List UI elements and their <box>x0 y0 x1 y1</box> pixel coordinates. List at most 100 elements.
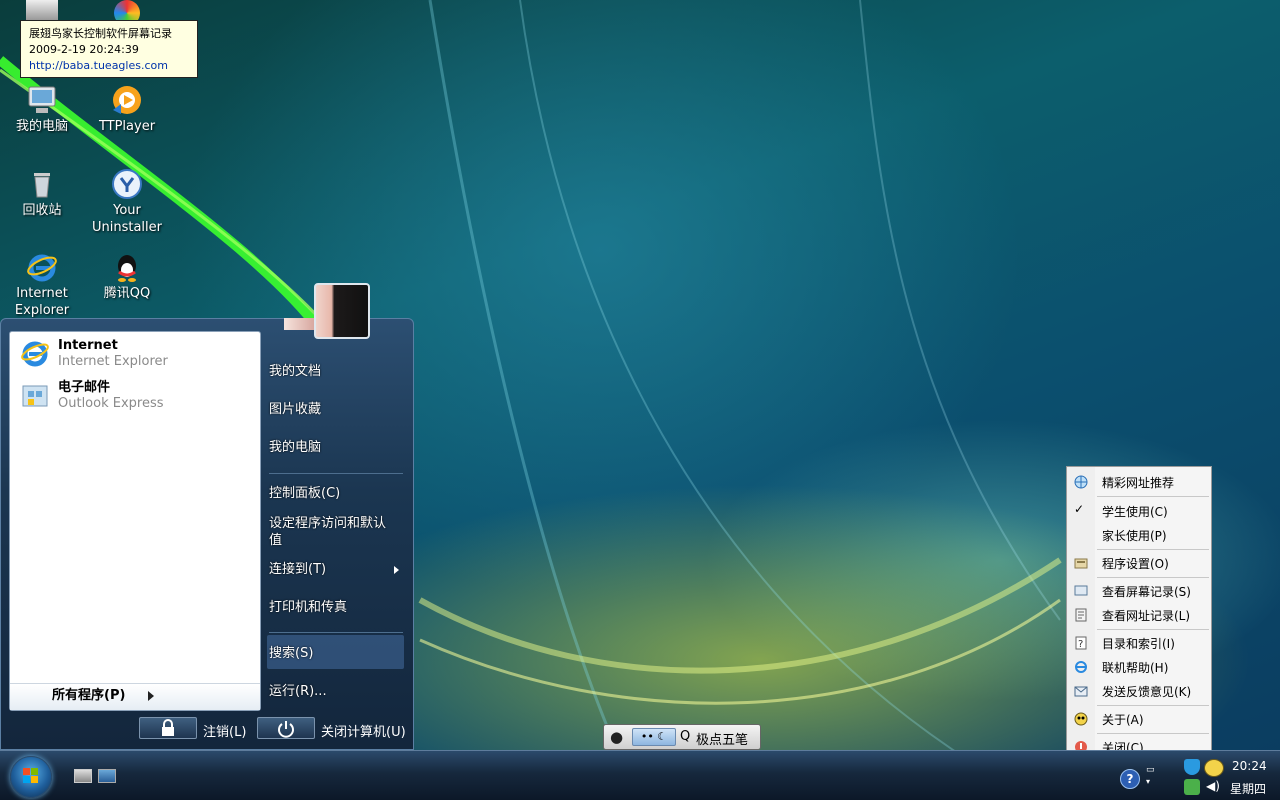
tooltip-datetime: 2009-2-19 20:24:39 <box>29 43 139 56</box>
start-item-search[interactable]: 搜索(S) <box>269 645 409 662</box>
start-item-my-computer[interactable]: 我的电脑 <box>269 439 409 456</box>
ttplayer-icon <box>111 84 143 116</box>
start-item-run[interactable]: 运行(R)... <box>269 683 409 700</box>
ime-name[interactable]: 极点五笔 <box>696 729 748 748</box>
feedback-icon <box>1074 684 1088 698</box>
pinned-item-subtitle: Internet Explorer <box>58 354 168 369</box>
restore-tray-icon[interactable]: ▭ <box>1146 765 1155 775</box>
pinned-item-internet[interactable]: Internet Internet Explorer <box>10 332 260 374</box>
taskbar: ? ▭ ▾ ◀) 20:24 星期四 <box>0 750 1280 800</box>
start-menu: Internet Internet Explorer 电子邮件 Outlook … <box>0 318 414 750</box>
show-desktop-icon[interactable] <box>74 769 92 783</box>
tooltip-link[interactable]: http://baba.tueagles.com <box>29 58 189 74</box>
desktop-icon-internet-explorer[interactable]: Internet Explorer <box>0 251 84 319</box>
menu-item-label: 精彩网址推荐 <box>1102 476 1175 490</box>
pinned-item-email[interactable]: 电子邮件 Outlook Express <box>10 374 260 416</box>
desktop-icon-qq[interactable]: 腾讯QQ <box>85 251 169 302</box>
screen-record-tooltip: 展翅鸟家长控制软件屏幕记录 2009-2-19 20:24:39 http://… <box>20 20 198 78</box>
start-menu-left-pane: Internet Internet Explorer 电子邮件 Outlook … <box>9 331 261 711</box>
menu-item-contents-index[interactable]: ? 目录和索引(I) <box>1067 632 1211 654</box>
desktop-icon-ttplayer[interactable]: TTPlayer <box>85 84 169 135</box>
menu-item-label: 发送反馈意见(K) <box>1102 685 1192 699</box>
start-menu-power-bar: 注销(L) 关闭计算机(U) <box>1 709 413 749</box>
help-icon[interactable]: ? <box>1120 769 1140 789</box>
shutdown-label[interactable]: 关闭计算机(U) <box>321 721 406 740</box>
chevron-right-icon <box>148 691 154 701</box>
settings-icon <box>1074 556 1088 570</box>
menu-item-about[interactable]: 关于(A) <box>1067 708 1211 730</box>
outlook-express-icon <box>20 380 50 410</box>
menu-item-program-settings[interactable]: 程序设置(O) <box>1067 552 1211 574</box>
menu-item-parent-mode[interactable]: 家长使用(P) <box>1067 524 1211 546</box>
internet-explorer-icon <box>26 251 58 283</box>
about-icon <box>1074 712 1088 726</box>
menu-item-view-screen-records[interactable]: 查看屏幕记录(S) <box>1067 580 1211 602</box>
windows-logo-icon <box>23 768 39 784</box>
online-help-icon <box>1074 660 1088 674</box>
user-picture-frame <box>284 318 314 330</box>
search-icon[interactable]: Q <box>680 729 690 744</box>
desktop-icon-uninstaller[interactable]: Your Uninstaller <box>85 168 169 236</box>
recycle-bin-icon <box>26 168 58 200</box>
menu-item-label: 联机帮助(H) <box>1102 661 1169 675</box>
volume-icon[interactable]: ◀) <box>1206 779 1220 793</box>
start-item-my-documents[interactable]: 我的文档 <box>269 363 409 380</box>
uninstaller-icon <box>111 168 143 200</box>
globe-icon <box>1074 475 1088 489</box>
desktop-icon-label: TTPlayer <box>98 119 156 134</box>
screen-record-icon <box>1074 584 1088 598</box>
start-item-control-panel[interactable]: 控制面板(C) <box>269 485 409 502</box>
start-item-program-access[interactable]: 设定程序访问和默认值 <box>269 515 395 549</box>
desktop-icon-label: 回收站 <box>22 203 62 218</box>
desktop-icon-label: Internet Explorer <box>14 286 70 318</box>
shield-icon[interactable] <box>1184 759 1200 775</box>
switch-windows-icon[interactable] <box>98 769 116 783</box>
document-icon <box>26 0 58 20</box>
menu-separator <box>1097 629 1209 630</box>
menu-separator <box>1097 705 1209 706</box>
security-tray-icon[interactable] <box>1184 779 1200 795</box>
desktop-icon-my-computer[interactable]: 我的电脑 <box>0 84 84 135</box>
internet-explorer-icon <box>20 338 50 368</box>
menu-item-view-url-records[interactable]: 查看网址记录(L) <box>1067 604 1211 626</box>
user-picture[interactable] <box>314 283 370 339</box>
pinned-item-title: 电子邮件 <box>58 380 111 395</box>
start-item-connect-to[interactable]: 连接到(T) <box>269 561 409 578</box>
help-index-icon: ? <box>1074 636 1088 650</box>
clock-time[interactable]: 20:24 <box>1232 759 1267 773</box>
logoff-label[interactable]: 注销(L) <box>203 721 246 740</box>
menu-item-label: 目录和索引(I) <box>1102 637 1175 651</box>
menu-separator <box>1097 577 1209 578</box>
menu-item-online-help[interactable]: 联机帮助(H) <box>1067 656 1211 678</box>
clock-day[interactable]: 星期四 <box>1230 780 1266 797</box>
punctuation-mode-icon[interactable]: •• ☾ <box>632 728 676 746</box>
lock-icon <box>162 719 174 736</box>
qq-icon <box>111 251 143 283</box>
start-item-printers[interactable]: 打印机和传真 <box>269 599 409 616</box>
menu-item-label: 家长使用(P) <box>1102 529 1167 543</box>
menu-item-recommended-sites[interactable]: 精彩网址推荐 <box>1067 471 1211 493</box>
start-item-my-pictures[interactable]: 图片收藏 <box>269 401 409 418</box>
menu-separator <box>1097 733 1209 734</box>
menu-item-student-mode[interactable]: ✓ 学生使用(C) <box>1067 500 1211 522</box>
parental-control-tray-icon[interactable] <box>1204 759 1224 777</box>
shutdown-button[interactable] <box>257 717 315 739</box>
menu-separator <box>269 473 403 474</box>
desktop-icon-label: Your Uninstaller <box>91 203 162 235</box>
desktop-icon-hidden-1[interactable] <box>0 0 84 22</box>
ime-status-bar: ● •• ☾ Q 极点五笔 <box>603 724 761 750</box>
chevron-down-icon[interactable]: ▾ <box>1146 777 1150 786</box>
logoff-button[interactable] <box>139 717 197 739</box>
all-programs-button[interactable]: 所有程序(P) <box>10 683 260 710</box>
power-icon <box>278 721 294 738</box>
menu-item-send-feedback[interactable]: 发送反馈意见(K) <box>1067 680 1211 702</box>
start-button[interactable] <box>10 756 52 798</box>
all-programs-label: 所有程序(P) <box>52 688 126 703</box>
url-record-icon <box>1074 608 1088 622</box>
desktop-icon-recycle-bin[interactable]: 回收站 <box>0 168 84 219</box>
my-computer-icon <box>26 84 58 116</box>
desktop-icon-label: 我的电脑 <box>15 119 68 134</box>
tray-context-menu: 精彩网址推荐 ✓ 学生使用(C) 家长使用(P) 程序设置(O) 查看屏幕记录(… <box>1066 466 1212 756</box>
apple-icon[interactable]: ● <box>610 728 623 746</box>
chevron-right-icon <box>394 566 399 574</box>
